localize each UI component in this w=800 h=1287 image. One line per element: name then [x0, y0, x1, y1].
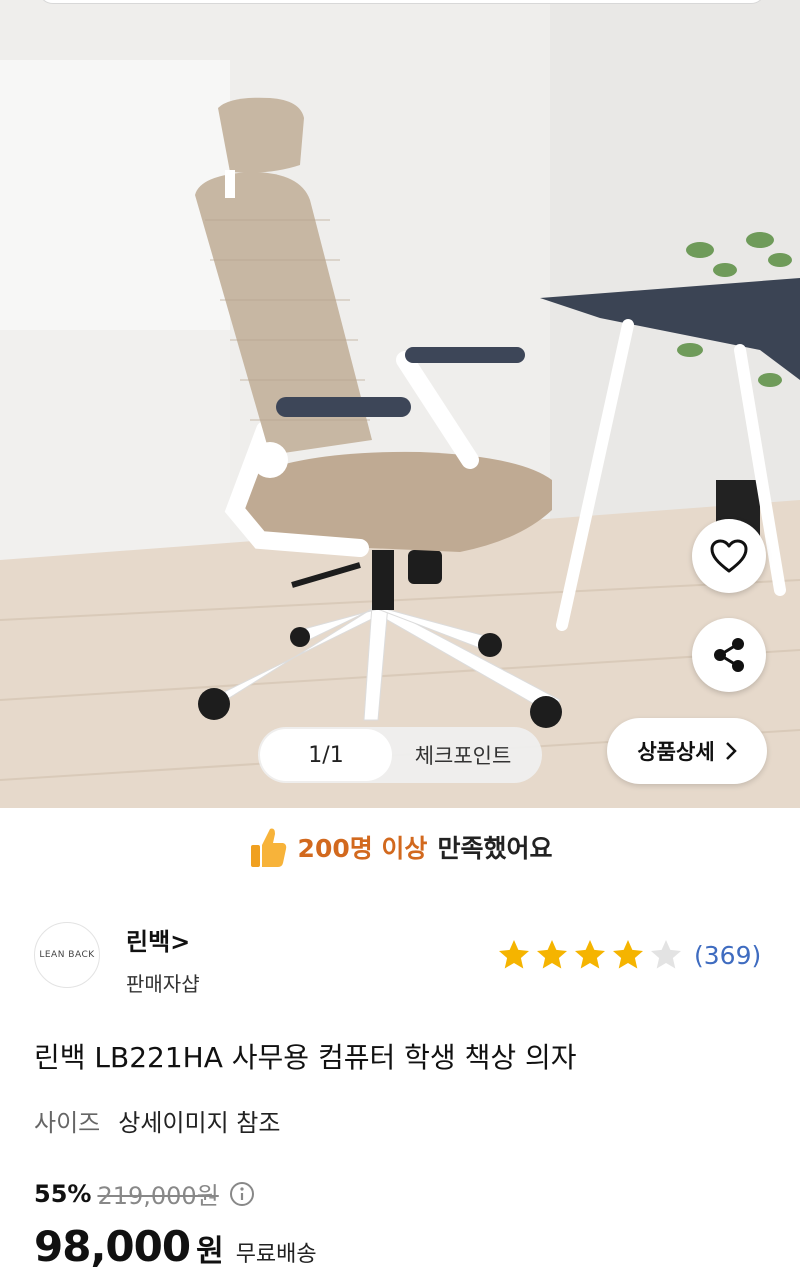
- discount-row: 55% 219,000원: [34, 1176, 255, 1211]
- star-rating: [496, 937, 684, 973]
- product-detail-button[interactable]: 상품상세: [607, 718, 767, 784]
- satisfaction-count: 200명 이상: [297, 834, 428, 863]
- search-bar-edge[interactable]: [38, 0, 766, 4]
- info-icon[interactable]: [229, 1181, 255, 1207]
- thumbs-up-icon: [250, 828, 286, 867]
- wishlist-button[interactable]: [692, 519, 766, 593]
- discount-rate: 55%: [34, 1179, 92, 1208]
- seller-name-link[interactable]: 린백>: [126, 922, 190, 957]
- heart-icon: [710, 539, 748, 573]
- share-icon: [714, 638, 744, 672]
- star-filled-icon: [575, 940, 605, 969]
- size-option-row: 사이즈 상세이미지 참조: [34, 1103, 280, 1138]
- shipping-info: 무료배송: [235, 1242, 317, 1267]
- option-value: 상세이미지 참조: [118, 1109, 281, 1137]
- product-title: 린백 LB221HA 사무용 컴퓨터 학생 책상 의자: [34, 1041, 577, 1074]
- review-count[interactable]: (369): [694, 941, 761, 970]
- seller-shop-label: 판매자샵: [126, 972, 200, 996]
- star-filled-icon: [537, 940, 567, 969]
- satisfaction-banner: 200명 이상 만족했어요: [0, 808, 800, 886]
- page-count: 1/1: [260, 729, 392, 781]
- share-button[interactable]: [692, 618, 766, 692]
- product-image-carousel[interactable]: 1/1 체크포인트 상품상세: [0, 0, 800, 808]
- original-price: 219,000원: [97, 1182, 219, 1210]
- star-filled-icon: [499, 940, 529, 969]
- rating-summary[interactable]: (369): [496, 937, 761, 973]
- image-page-indicator[interactable]: 1/1 체크포인트: [258, 727, 542, 783]
- seller-logo[interactable]: LEAN BACK: [34, 922, 100, 988]
- product-detail-label: 상품상세: [637, 740, 715, 764]
- product-photo: [0, 0, 800, 808]
- price-row: 98,000 원 무료배송: [34, 1222, 317, 1271]
- seller-logo-text: LEAN BACK: [39, 950, 95, 960]
- chevron-right-icon: [725, 742, 737, 760]
- checkpoint-button[interactable]: 체크포인트: [392, 740, 542, 770]
- sale-price: 98,000: [34, 1222, 191, 1271]
- star-empty-icon: [651, 940, 681, 969]
- option-key: 사이즈: [34, 1109, 101, 1137]
- currency-unit: 원: [196, 1234, 224, 1269]
- star-filled-icon: [613, 940, 643, 969]
- satisfaction-text: 만족했어요: [437, 834, 553, 863]
